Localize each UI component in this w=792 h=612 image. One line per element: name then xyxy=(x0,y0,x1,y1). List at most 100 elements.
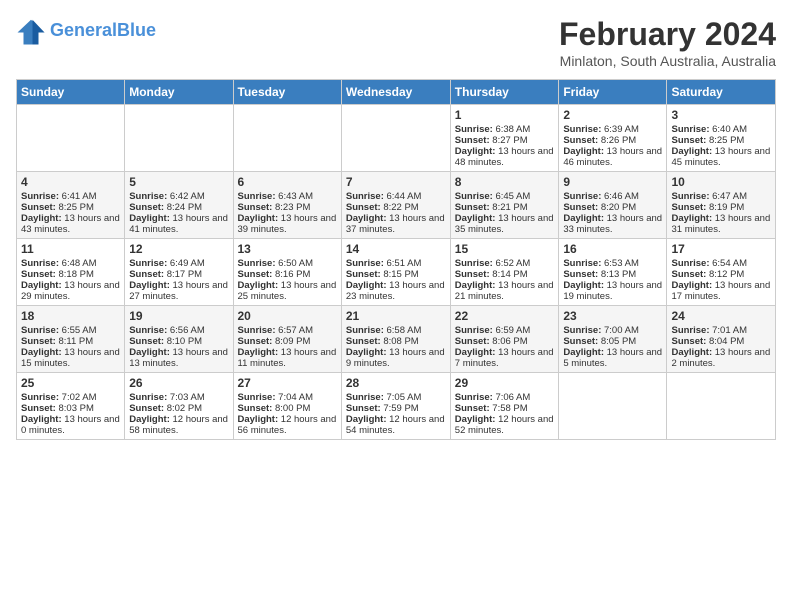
day-info-line: Sunset: 8:08 PM xyxy=(346,336,446,347)
calendar-cell: 28Sunrise: 7:05 AMSunset: 7:59 PMDayligh… xyxy=(341,373,450,440)
day-info-line: Daylight: 13 hours and 33 minutes. xyxy=(563,213,662,235)
day-header-sunday: Sunday xyxy=(17,80,125,105)
day-info-line: Sunrise: 6:58 AM xyxy=(346,325,446,336)
calendar-cell: 16Sunrise: 6:53 AMSunset: 8:13 PMDayligh… xyxy=(559,239,667,306)
day-info-line: Daylight: 13 hours and 21 minutes. xyxy=(455,280,555,302)
calendar-cell: 23 Sunrise: 7:00 AMSunset: 8:05 PMDayligh… xyxy=(559,306,667,373)
day-info-line: Daylight: 13 hours and 35 minutes. xyxy=(455,213,555,235)
page-header: GeneralBlue February 2024 Minlaton, Sout… xyxy=(16,16,776,69)
location-title: Minlaton, South Australia, Australia xyxy=(559,53,776,69)
calendar-cell: 27Sunrise: 7:04 AMSunset: 8:00 PMDayligh… xyxy=(233,373,341,440)
day-info-line: Sunset: 8:06 PM xyxy=(455,336,555,347)
day-number: 9 xyxy=(563,175,662,189)
day-info-line: Sunset: 8:18 PM xyxy=(21,269,120,280)
logo: GeneralBlue xyxy=(16,16,156,46)
day-info-line: Sunrise: 6:52 AM xyxy=(455,258,555,269)
day-info-line: Sunset: 8:10 PM xyxy=(129,336,228,347)
day-number: 18 xyxy=(21,309,120,323)
day-info-line: Sunrise: 6:45 AM xyxy=(455,191,555,202)
calendar-cell: 10Sunrise: 6:47 AMSunset: 8:19 PMDayligh… xyxy=(667,172,776,239)
calendar-cell xyxy=(667,373,776,440)
day-info-line: Sunset: 8:05 PM xyxy=(563,336,662,347)
day-header-saturday: Saturday xyxy=(667,80,776,105)
day-info-line: Sunset: 8:09 PM xyxy=(238,336,337,347)
calendar-cell: 20Sunrise: 6:57 AMSunset: 8:09 PMDayligh… xyxy=(233,306,341,373)
day-number: 2 xyxy=(563,108,662,122)
day-number: 4 xyxy=(21,175,120,189)
day-number: 26 xyxy=(129,376,228,390)
day-number: 16 xyxy=(563,242,662,256)
calendar-cell: 6Sunrise: 6:43 AMSunset: 8:23 PMDaylight… xyxy=(233,172,341,239)
week-row: 11Sunrise: 6:48 AMSunset: 8:18 PMDayligh… xyxy=(17,239,776,306)
logo-icon xyxy=(16,16,46,46)
calendar-cell: 7Sunrise: 6:44 AMSunset: 8:22 PMDaylight… xyxy=(341,172,450,239)
day-info-line: Daylight: 13 hours and 45 minutes. xyxy=(671,146,771,168)
day-number: 15 xyxy=(455,242,555,256)
week-row: 1Sunrise: 6:38 AMSunset: 8:27 PMDaylight… xyxy=(17,105,776,172)
day-number: 12 xyxy=(129,242,228,256)
day-info-line: Sunrise: 6:40 AM xyxy=(671,124,771,135)
day-info-line: Sunset: 8:03 PM xyxy=(21,403,120,414)
day-number: 25 xyxy=(21,376,120,390)
day-number: 17 xyxy=(671,242,771,256)
day-info-line: Sunrise: 6:42 AM xyxy=(129,191,228,202)
calendar-cell: 1Sunrise: 6:38 AMSunset: 8:27 PMDaylight… xyxy=(450,105,559,172)
day-info-line: Sunset: 8:25 PM xyxy=(671,135,771,146)
day-info-line: Sunrise: 6:48 AM xyxy=(21,258,120,269)
calendar-cell: 21Sunrise: 6:58 AMSunset: 8:08 PMDayligh… xyxy=(341,306,450,373)
calendar-cell: 5Sunrise: 6:42 AMSunset: 8:24 PMDaylight… xyxy=(125,172,233,239)
day-info-line: Daylight: 13 hours and 43 minutes. xyxy=(21,213,120,235)
day-info-line: Sunrise: 7:05 AM xyxy=(346,392,446,403)
logo-line1: General xyxy=(50,20,117,40)
calendar-cell: 24Sunrise: 7:01 AMSunset: 8:04 PMDayligh… xyxy=(667,306,776,373)
day-info-line: Sunrise: 6:54 AM xyxy=(671,258,771,269)
calendar-cell: 22Sunrise: 6:59 AMSunset: 8:06 PMDayligh… xyxy=(450,306,559,373)
day-info-line: Daylight: 13 hours and 19 minutes. xyxy=(563,280,662,302)
day-info-line: Daylight: 13 hours and 7 minutes. xyxy=(455,347,555,369)
calendar-cell: 8Sunrise: 6:45 AMSunset: 8:21 PMDaylight… xyxy=(450,172,559,239)
day-info-line: Daylight: 13 hours and 13 minutes. xyxy=(129,347,228,369)
week-row: 25Sunrise: 7:02 AMSunset: 8:03 PMDayligh… xyxy=(17,373,776,440)
day-info-line: Sunset: 8:27 PM xyxy=(455,135,555,146)
day-info-line: Sunrise: 6:39 AM xyxy=(563,124,662,135)
day-info-line: Sunset: 8:20 PM xyxy=(563,202,662,213)
calendar-cell: 2Sunrise: 6:39 AMSunset: 8:26 PMDaylight… xyxy=(559,105,667,172)
day-info-line: Daylight: 13 hours and 9 minutes. xyxy=(346,347,446,369)
day-info-line: Sunset: 8:14 PM xyxy=(455,269,555,280)
calendar-header: SundayMondayTuesdayWednesdayThursdayFrid… xyxy=(17,80,776,105)
day-info-line: Sunrise: 7:01 AM xyxy=(671,325,771,336)
day-info-line: Sunset: 7:59 PM xyxy=(346,403,446,414)
day-number: 24 xyxy=(671,309,771,323)
day-header-thursday: Thursday xyxy=(450,80,559,105)
day-info-line: Sunrise: 6:57 AM xyxy=(238,325,337,336)
header-row: SundayMondayTuesdayWednesdayThursdayFrid… xyxy=(17,80,776,105)
day-number: 23 xyxy=(563,309,662,323)
day-info-line: Daylight: 13 hours and 25 minutes. xyxy=(238,280,337,302)
day-info-line: Daylight: 13 hours and 27 minutes. xyxy=(129,280,228,302)
day-header-monday: Monday xyxy=(125,80,233,105)
day-info-line: Sunset: 8:00 PM xyxy=(238,403,337,414)
day-info-line: Sunrise: 6:56 AM xyxy=(129,325,228,336)
day-number: 5 xyxy=(129,175,228,189)
day-number: 28 xyxy=(346,376,446,390)
day-info-line: Daylight: 13 hours and 37 minutes. xyxy=(346,213,446,235)
day-info-line: Sunrise: 7:00 AM xyxy=(563,325,662,336)
day-info-line: Daylight: 13 hours and 39 minutes. xyxy=(238,213,337,235)
week-row: 4Sunrise: 6:41 AMSunset: 8:25 PMDaylight… xyxy=(17,172,776,239)
day-info-line: Sunset: 8:22 PM xyxy=(346,202,446,213)
calendar-cell: 4Sunrise: 6:41 AMSunset: 8:25 PMDaylight… xyxy=(17,172,125,239)
day-info-line: Sunset: 8:11 PM xyxy=(21,336,120,347)
day-info-line: Daylight: 12 hours and 52 minutes. xyxy=(455,414,555,436)
day-number: 13 xyxy=(238,242,337,256)
day-info-line: Sunset: 8:13 PM xyxy=(563,269,662,280)
week-row: 18Sunrise: 6:55 AMSunset: 8:11 PMDayligh… xyxy=(17,306,776,373)
day-info-line: Daylight: 13 hours and 41 minutes. xyxy=(129,213,228,235)
calendar-cell xyxy=(233,105,341,172)
day-number: 20 xyxy=(238,309,337,323)
calendar-cell: 13Sunrise: 6:50 AMSunset: 8:16 PMDayligh… xyxy=(233,239,341,306)
day-info-line: Daylight: 13 hours and 5 minutes. xyxy=(563,347,662,369)
day-info-line: Sunrise: 6:43 AM xyxy=(238,191,337,202)
day-info-line: Sunset: 8:23 PM xyxy=(238,202,337,213)
day-info-line: Sunrise: 6:51 AM xyxy=(346,258,446,269)
day-info-line: Sunset: 8:04 PM xyxy=(671,336,771,347)
